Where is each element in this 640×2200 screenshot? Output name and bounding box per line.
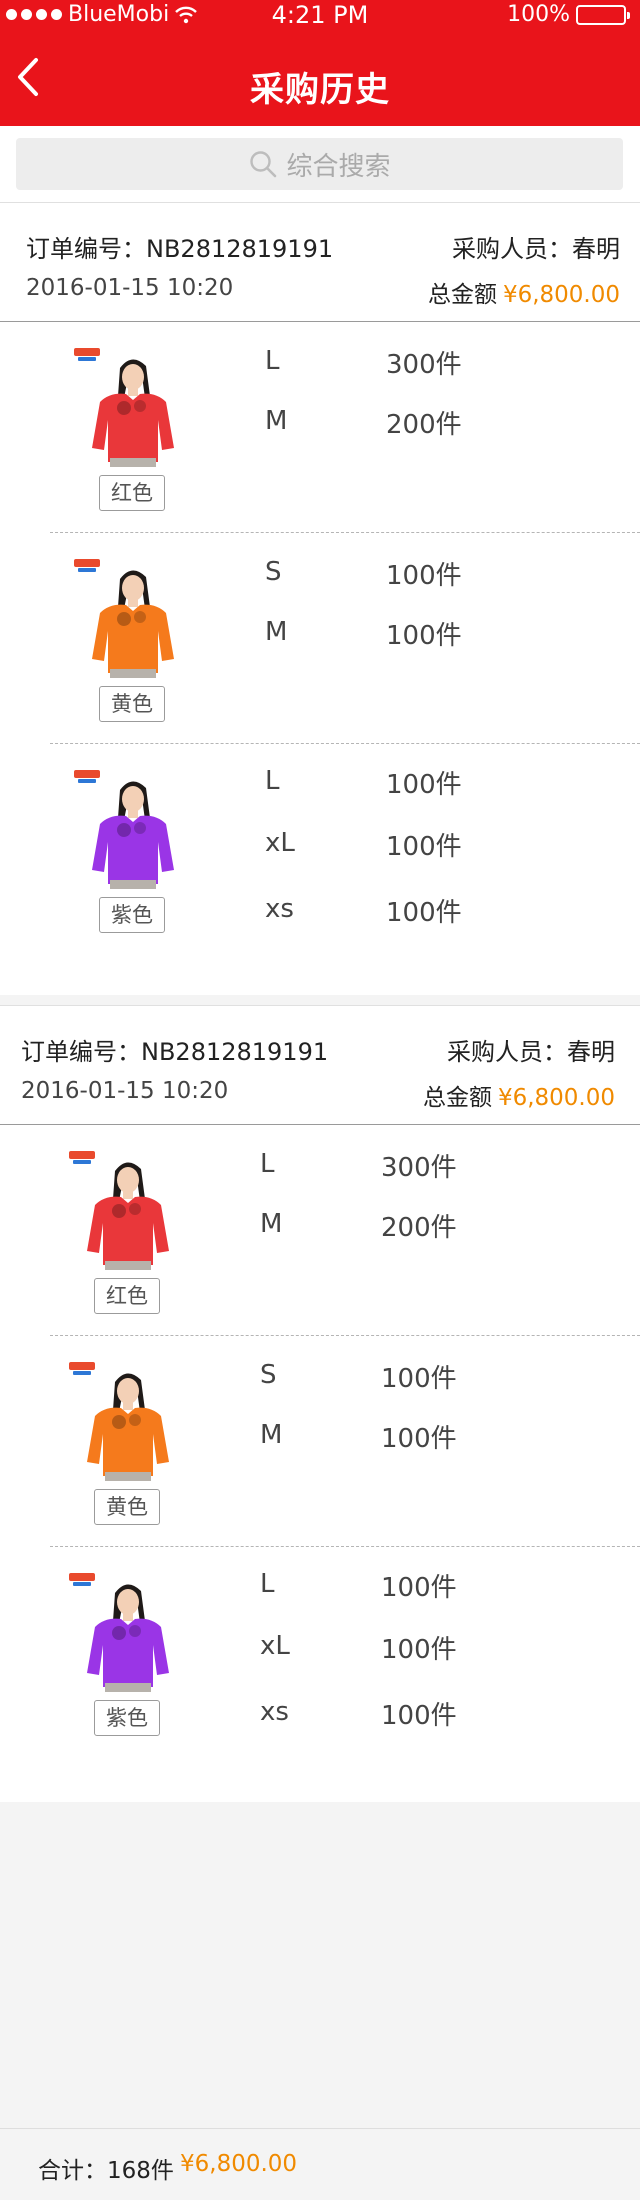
product-photo-icon — [70, 555, 195, 678]
order-time: 2016-01-15 10:20 — [26, 275, 234, 301]
size-label: S — [260, 1360, 277, 1390]
product-photo-icon — [65, 1569, 190, 1692]
product-thumbnail[interactable] — [70, 766, 195, 889]
order-card[interactable]: 订单编号：NB2812819191 2016-01-15 10:20 采购人员：春明… — [0, 1005, 640, 1802]
size-quantity: 100件 — [381, 1424, 457, 1454]
order-total: 总金额 ¥6,800.00 — [427, 282, 620, 308]
size-quantity: 100件 — [386, 832, 462, 862]
search-area: 综合搜索 — [0, 126, 640, 202]
product-thumbnail[interactable] — [70, 344, 195, 467]
order-header: 订单编号：NB2812819191 2016-01-15 10:20 采购人员：春明… — [0, 202, 640, 322]
order-item: 黄色 S 100件 M 100件 — [0, 1336, 640, 1547]
color-tag: 紫色 — [94, 1700, 160, 1736]
order-item: 红色 L 300件 M 200件 — [0, 1125, 640, 1336]
battery-icon — [576, 4, 630, 25]
size-quantity: 100件 — [381, 1701, 457, 1731]
size-quantity: 100件 — [386, 561, 462, 591]
battery-status: 100% — [507, 2, 630, 27]
order-number: 订单编号：NB2812819191 — [21, 1038, 329, 1066]
buyer-name: 采购人员：春明 — [447, 1038, 615, 1066]
size-label: M — [260, 1420, 283, 1450]
order-card[interactable]: 订单编号：NB2812819191 2016-01-15 10:20 采购人员：春明… — [0, 202, 640, 995]
order-item: 紫色 L 100件 xL 100件 xs 100件 — [0, 744, 640, 955]
size-label: M — [265, 406, 288, 436]
size-quantity: 200件 — [386, 410, 462, 440]
product-thumbnail[interactable] — [65, 1569, 190, 1692]
product-photo-icon — [70, 766, 195, 889]
product-photo-icon — [65, 1358, 190, 1481]
size-quantity: 100件 — [381, 1573, 457, 1603]
size-quantity: 200件 — [381, 1213, 457, 1243]
order-total: 总金额 ¥6,800.00 — [422, 1085, 615, 1111]
size-quantity: 100件 — [386, 770, 462, 800]
footer-total-count: 合计：168件 — [38, 2158, 174, 2184]
size-label: L — [265, 346, 280, 376]
size-label: M — [265, 617, 288, 647]
size-quantity: 100件 — [386, 898, 462, 928]
size-label: xs — [260, 1697, 289, 1727]
order-total-amount: ¥6,800.00 — [497, 1085, 615, 1111]
search-placeholder: 综合搜索 — [286, 151, 391, 182]
size-label: xL — [260, 1631, 290, 1661]
product-thumbnail[interactable] — [65, 1147, 190, 1270]
color-tag: 紫色 — [99, 897, 165, 933]
order-item: 红色 L 300件 M 200件 — [0, 322, 640, 533]
size-quantity: 300件 — [386, 350, 462, 380]
size-label: L — [265, 766, 280, 796]
size-quantity: 100件 — [386, 621, 462, 651]
color-tag: 黄色 — [99, 686, 165, 722]
navbar: 采购历史 — [0, 32, 640, 126]
color-tag: 红色 — [94, 1278, 160, 1314]
order-time: 2016-01-15 10:20 — [21, 1078, 229, 1104]
order-item: 黄色 S 100件 M 100件 — [0, 533, 640, 744]
size-label: xs — [265, 894, 294, 924]
size-label: L — [260, 1149, 275, 1179]
search-input[interactable]: 综合搜索 — [16, 138, 623, 190]
order-header: 订单编号：NB2812819191 2016-01-15 10:20 采购人员：春明… — [0, 1005, 640, 1125]
order-total-amount: ¥6,800.00 — [502, 282, 620, 308]
battery-percent: 100% — [507, 2, 570, 27]
footer-total-amount: ¥6,800.00 — [180, 2151, 298, 2177]
product-photo-icon — [65, 1147, 190, 1270]
order-item: 紫色 L 100件 xL 100件 xs 100件 — [0, 1547, 640, 1758]
size-label: xL — [265, 828, 295, 858]
size-quantity: 100件 — [381, 1635, 457, 1665]
color-tag: 黄色 — [94, 1489, 160, 1525]
product-thumbnail[interactable] — [70, 555, 195, 678]
size-label: L — [260, 1569, 275, 1599]
page-title: 采购历史 — [250, 70, 390, 110]
product-photo-icon — [70, 344, 195, 467]
size-label: S — [265, 557, 282, 587]
color-tag: 红色 — [99, 475, 165, 511]
size-quantity: 300件 — [381, 1153, 457, 1183]
size-label: M — [260, 1209, 283, 1239]
order-number: 订单编号：NB2812819191 — [26, 235, 334, 263]
buyer-name: 采购人员：春明 — [452, 235, 620, 263]
product-thumbnail[interactable] — [65, 1358, 190, 1481]
footer-summary: 合计：168件 ¥6,800.00 — [0, 2128, 640, 2200]
status-bar: BlueMobi 4:21 PM 100% — [0, 0, 640, 32]
size-quantity: 100件 — [381, 1364, 457, 1394]
search-icon — [250, 151, 277, 178]
